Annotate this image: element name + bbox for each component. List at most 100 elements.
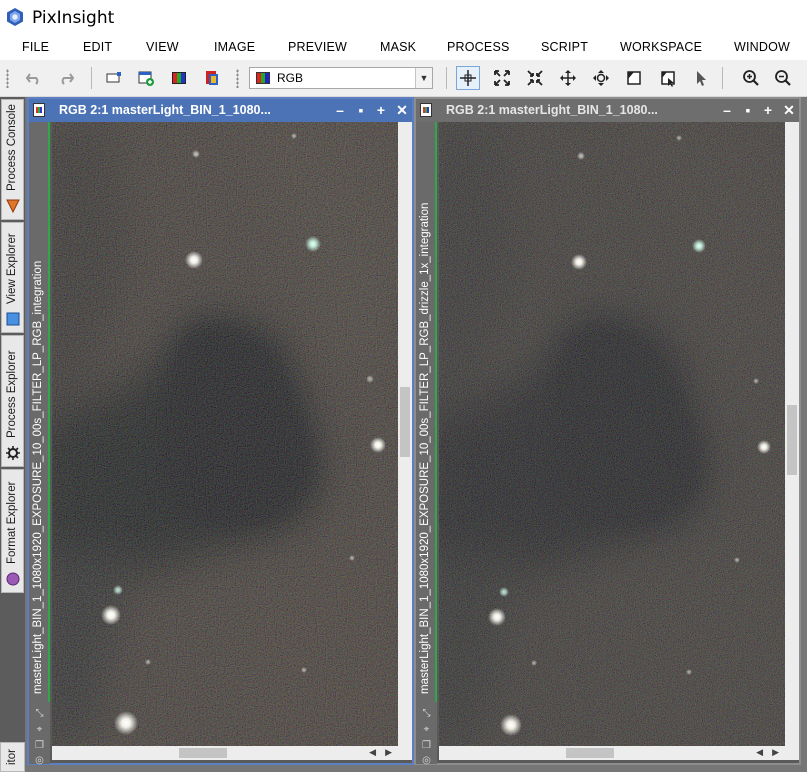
rgb-image-icon — [420, 103, 432, 117]
resize-corner[interactable] — [398, 746, 412, 760]
scrollbar-thumb[interactable] — [400, 387, 410, 457]
menu-workspace[interactable]: WORKSPACE — [620, 40, 702, 54]
tab-process-explorer[interactable]: Process Explorer — [1, 335, 24, 467]
vertical-scrollbar[interactable] — [398, 122, 412, 746]
pointer-icon[interactable] — [689, 66, 713, 90]
preview-icon[interactable] — [622, 66, 646, 90]
view-identifier-tab[interactable]: masterLight_BIN_1_1080x1920_EXPOSURE_10_… — [29, 122, 50, 702]
toolbar-grip[interactable] — [236, 69, 239, 88]
menu-image[interactable]: IMAGE — [214, 40, 255, 54]
menu-edit[interactable]: EDIT — [83, 40, 112, 54]
menu-process[interactable]: PROCESS — [447, 40, 510, 54]
horizontal-scrollbar[interactable]: ◀ ▶ — [439, 746, 785, 760]
horizontal-scrollbar[interactable]: ◀ ▶ — [52, 746, 398, 760]
window-title: RGB 2:1 masterLight_BIN_1_1080... — [446, 103, 658, 117]
tab-bottom-panel[interactable]: itor — [0, 742, 25, 772]
resize-corner[interactable] — [785, 746, 799, 760]
reset-view-icon[interactable]: ⌖ — [421, 724, 432, 735]
zoom-move-icon[interactable] — [589, 66, 613, 90]
clone-view-icon[interactable]: ❐ — [34, 740, 45, 751]
readout-mode-icon[interactable] — [456, 66, 480, 90]
view-tools: ⤡ ⌖ ❐ ◎ — [416, 702, 437, 766]
tab-format-explorer-label: Format Explorer — [6, 481, 18, 564]
side-dock: Process Console View Explorer Process Ex… — [0, 97, 25, 772]
redo-icon[interactable] — [54, 66, 78, 90]
toolbar-grip[interactable] — [6, 69, 9, 88]
window-title: RGB 2:1 masterLight_BIN_1_1080... — [59, 103, 271, 117]
scrollbar-thumb[interactable] — [787, 405, 797, 475]
toolbar-separator — [722, 67, 723, 89]
shade-icon[interactable]: ▪ — [739, 101, 757, 119]
scroll-right-icon[interactable]: ▶ — [385, 747, 392, 758]
menu-bar: FILE EDIT VIEW IMAGE PREVIEW MASK PROCES… — [0, 36, 807, 60]
shade-icon[interactable]: ▪ — [352, 101, 370, 119]
clone-view-icon[interactable]: ❐ — [421, 740, 432, 751]
target-icon[interactable]: ◎ — [421, 755, 432, 766]
zoom-out-icon[interactable] — [771, 66, 795, 90]
view-identifier-tab[interactable]: masterLight_BIN_1_1080x1920_EXPOSURE_10_… — [416, 122, 437, 702]
app-title: PixInsight — [32, 8, 115, 28]
view-identifier: masterLight_BIN_1_1080x1920_EXPOSURE_10_… — [419, 202, 431, 694]
close-icon[interactable]: ✕ — [393, 101, 411, 119]
rgb-swatch-icon — [256, 72, 270, 84]
tab-view-explorer[interactable]: View Explorer — [1, 222, 24, 333]
view-tools: ⤡ ⌖ ❐ ◎ — [29, 702, 50, 766]
edit-preview-icon[interactable] — [656, 66, 680, 90]
new-instance-icon[interactable] — [102, 66, 126, 90]
image-canvas[interactable] — [439, 122, 785, 746]
tab-bottom-panel-label: itor — [6, 749, 18, 765]
image-window-integration[interactable]: RGB 2:1 masterLight_BIN_1_1080... – ▪ + … — [27, 97, 414, 766]
main-toolbar: RGB ▼ — [0, 60, 807, 97]
reset-view-icon[interactable]: ⌖ — [34, 724, 45, 735]
tab-process-explorer-label: Process Explorer — [6, 350, 18, 438]
scrollbar-thumb[interactable] — [179, 748, 227, 758]
window-titlebar[interactable]: RGB 2:1 masterLight_BIN_1_1080... – ▪ + … — [416, 99, 799, 122]
new-image-icon[interactable] — [134, 66, 158, 90]
target-icon[interactable]: ◎ — [34, 755, 45, 766]
scroll-left-icon[interactable]: ◀ — [756, 747, 763, 758]
menu-script[interactable]: SCRIPT — [541, 40, 588, 54]
process-console-icon — [6, 199, 20, 213]
toolbar-separator — [91, 67, 92, 89]
view-channel-value: RGB — [277, 71, 304, 85]
rgb-channels-icon[interactable] — [167, 66, 191, 90]
minimize-icon[interactable]: – — [331, 101, 349, 119]
image-window-drizzle[interactable]: RGB 2:1 masterLight_BIN_1_1080... – ▪ + … — [414, 97, 801, 766]
fit-view-icon[interactable]: ⤡ — [34, 708, 45, 719]
menu-mask[interactable]: MASK — [380, 40, 416, 54]
close-icon[interactable]: ✕ — [780, 101, 798, 119]
fit-view-icon[interactable]: ⤡ — [421, 708, 432, 719]
pan-icon[interactable] — [556, 66, 580, 90]
menu-file[interactable]: FILE — [22, 40, 49, 54]
tab-view-explorer-label: View Explorer — [6, 233, 18, 304]
undo-icon[interactable] — [22, 66, 46, 90]
view-channel-select[interactable]: RGB ▼ — [249, 67, 433, 89]
scrollbar-thumb[interactable] — [566, 748, 614, 758]
mask-icon[interactable] — [200, 66, 224, 90]
vertical-scrollbar[interactable] — [785, 122, 799, 746]
scroll-right-icon[interactable]: ▶ — [772, 747, 779, 758]
menu-preview[interactable]: PREVIEW — [288, 40, 347, 54]
toolbar-separator — [446, 67, 447, 89]
view-explorer-icon — [6, 312, 20, 326]
app-titlebar: PixInsight — [0, 0, 807, 36]
image-canvas[interactable] — [52, 122, 398, 746]
pixinsight-logo-icon — [7, 8, 23, 26]
scroll-left-icon[interactable]: ◀ — [369, 747, 376, 758]
view-identifier: masterLight_BIN_1_1080x1920_EXPOSURE_10_… — [32, 260, 44, 694]
format-explorer-icon — [6, 572, 20, 586]
menu-view[interactable]: VIEW — [146, 40, 179, 54]
zoom-in-icon[interactable] — [739, 66, 763, 90]
rgb-image-icon — [33, 103, 45, 117]
zoom-center-icon[interactable] — [523, 66, 547, 90]
chevron-down-icon[interactable]: ▼ — [415, 68, 432, 88]
tab-format-explorer[interactable]: Format Explorer — [1, 469, 24, 593]
window-titlebar[interactable]: RGB 2:1 masterLight_BIN_1_1080... – ▪ + … — [29, 99, 412, 122]
tab-process-console[interactable]: Process Console — [1, 99, 24, 220]
menu-window[interactable]: WINDOW — [734, 40, 790, 54]
maximize-icon[interactable]: + — [372, 101, 390, 119]
minimize-icon[interactable]: – — [718, 101, 736, 119]
zoom-fit-icon[interactable] — [490, 66, 514, 90]
maximize-icon[interactable]: + — [759, 101, 777, 119]
gear-icon — [6, 446, 20, 460]
